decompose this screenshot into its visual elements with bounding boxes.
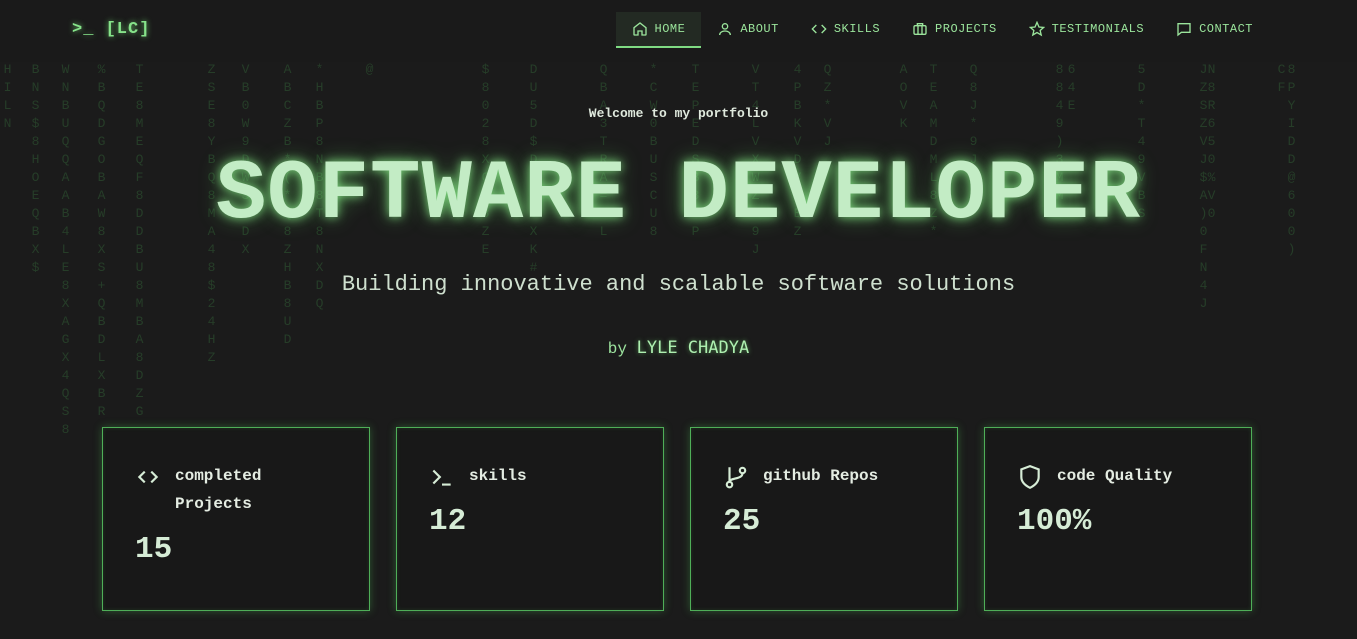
stat-value: 12 [429, 504, 467, 539]
author-name: LYLE CHADYA [636, 338, 750, 358]
code-icon [137, 470, 159, 484]
star-icon [1028, 21, 1045, 37]
briefcase-icon [913, 23, 927, 35]
hero-subtitle: Building innovative and scalable softwar… [341, 272, 1016, 297]
nav-item-label: SKILLS [833, 22, 881, 36]
nav-item-label: TESTIMONIALS [1051, 22, 1145, 36]
nav-item-projects[interactable]: PROJECTS [896, 12, 1013, 46]
nav-item-home[interactable]: HOME [615, 12, 702, 48]
stat-card-github-repos: github Repos 25 [690, 427, 958, 611]
stat-card-skills: skills 12 [396, 427, 664, 611]
top-navbar: >_ [LC] HOME ABOUT SKILLS PROJECTS TESTI… [0, 0, 1357, 62]
nav-item-label: PROJECTS [935, 22, 997, 36]
byline: by LYLE CHADYA [0, 338, 1357, 358]
nav-item-testimonials[interactable]: TESTIMONIALS [1013, 12, 1160, 46]
code-icon [811, 24, 827, 34]
terminal-icon [432, 469, 451, 486]
nav-item-label: HOME [654, 22, 686, 36]
shield-icon [1020, 465, 1040, 490]
nav-item-skills[interactable]: SKILLS [795, 12, 896, 46]
stat-label: skills [469, 467, 527, 485]
hero-title: SOFTWARE DEVELOPER [215, 148, 1142, 243]
stat-label: code Quality [1057, 467, 1173, 485]
stat-card-code-quality: code Quality 100% [984, 427, 1252, 611]
nav-item-label: ABOUT [740, 22, 779, 36]
byline-prefix: by [607, 340, 627, 358]
stat-value: 25 [723, 504, 761, 539]
stat-label: completed Projects [175, 467, 262, 513]
stat-value: 15 [135, 532, 173, 567]
home-icon [632, 22, 647, 36]
nav-item-label: CONTACT [1199, 22, 1253, 36]
nav-menu: HOME ABOUT SKILLS PROJECTS TESTIMONIALS … [615, 12, 1270, 48]
nav-item-about[interactable]: ABOUT [701, 12, 795, 46]
site-logo[interactable]: >_ [LC] [72, 20, 150, 39]
nav-item-contact[interactable]: CONTACT [1160, 12, 1269, 46]
stat-label: github Repos [763, 467, 879, 485]
git-branch-icon [725, 466, 747, 489]
message-icon [1177, 23, 1191, 37]
welcome-text: Welcome to my portfolio [588, 106, 769, 121]
user-icon [719, 23, 732, 36]
stat-card-projects: completed Projects 15 [102, 427, 370, 611]
stat-value: 100% [1017, 504, 1092, 539]
